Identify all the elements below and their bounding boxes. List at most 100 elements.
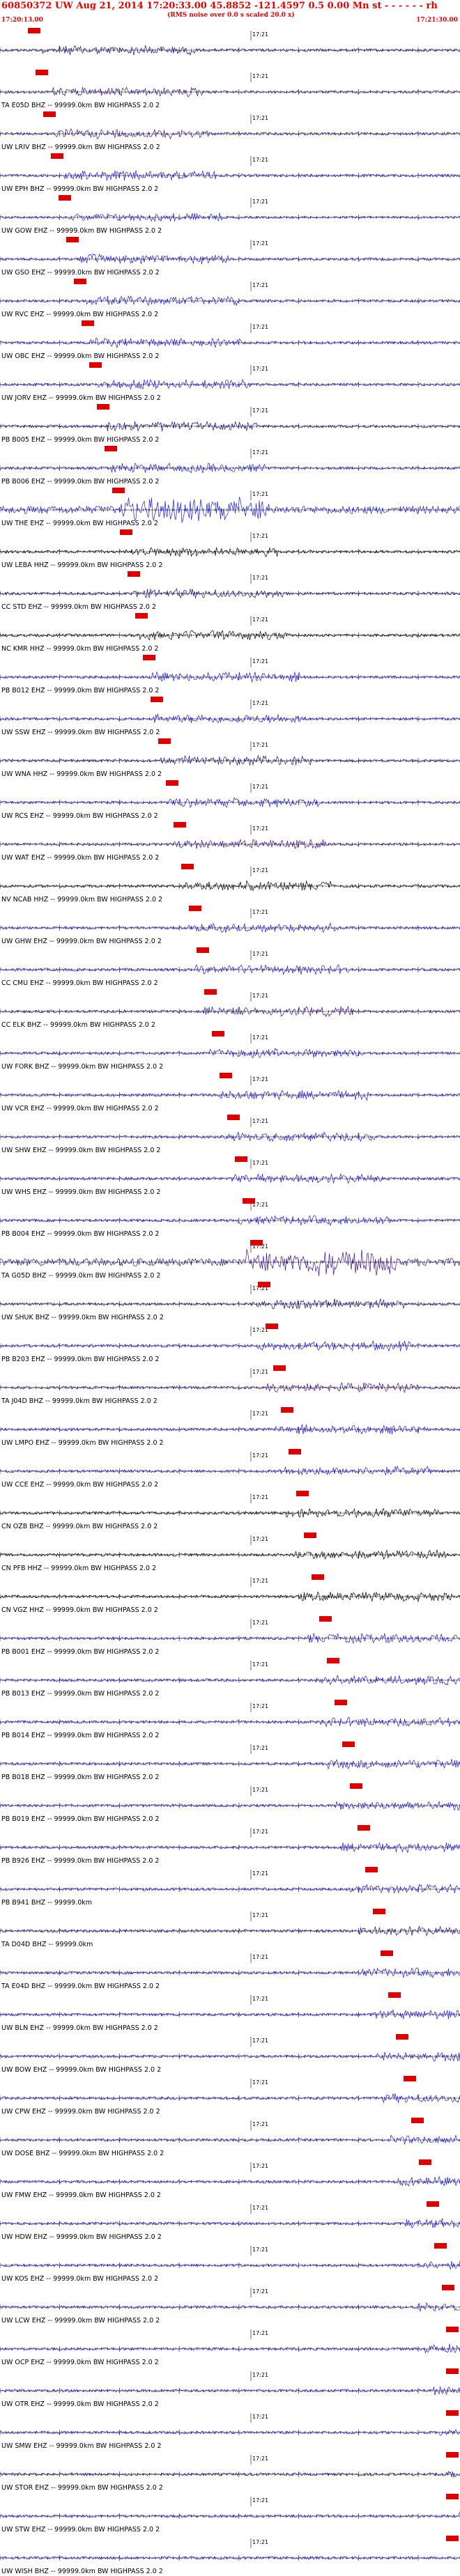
waveform (0, 2175, 460, 2187)
channel-label: UW BOW EHZ -- 99999.0km BW HIGHPASS 2.0 … (1, 2066, 161, 2074)
minute-label: 17:21 (252, 1661, 268, 1668)
minute-label: 17:21 (252, 240, 268, 247)
channel-row: 17:21 PB B019 EHZ -- 99999.0km BW HIGHPAS… (0, 1783, 460, 1823)
channel-label: UW RVC EHZ -- 99999.0km BW HIGHPASS 2.0 … (1, 311, 158, 318)
channel-row: 17:21 PB B001 EHZ -- 99999.0km BW HIGHPAS… (0, 1616, 460, 1656)
channel-label: PB B203 EHZ -- 99999.0km BW HIGHPASS 2.0… (1, 1356, 159, 1363)
minute-label: 17:21 (252, 449, 268, 456)
waveform (0, 1465, 460, 1476)
channel-row: 17:21 (0, 28, 460, 56)
minute-label: 17:21 (252, 1494, 268, 1500)
pick-marker (281, 1407, 293, 1413)
channel-row: 17:21 PB B012 EHZ -- 99999.0km BW HIGHPAS… (0, 655, 460, 695)
channel-label: CC ELK BHZ -- 99999.0km BW HIGHPASS 2.0 … (1, 1021, 155, 1029)
pick-marker (250, 1240, 263, 1246)
channel-row: 17:21UW SHUK BHZ -- 99999.0km BW HIGHPAS… (0, 1282, 460, 1321)
waveform (0, 880, 460, 892)
channel-row: 17:21 UW WAT EHZ -- 99999.0km BW HIGHPASS… (0, 822, 460, 862)
channel-row: 17:21TA G05D BHZ -- 99999.0km BW HIGHPAS… (0, 1240, 460, 1280)
channel-label: CN VGZ HHZ -- 99999.0km BW HIGHPASS 2.0 … (1, 1606, 158, 1614)
channel-label: PB B012 EHZ -- 99999.0km BW HIGHPASS 2.0… (1, 687, 159, 695)
channel-label: CC STD EHZ -- 99999.0km BW HIGHPASS 2.0 … (1, 603, 156, 611)
channel-label: UW OTR EHZ -- 99999.0km BW HIGHPASS 2.0 … (1, 2400, 159, 2408)
channel-row: 17:21 UW EPH BHZ -- 99999.0km BW HIGHPASS… (0, 153, 460, 193)
channel-row: 17:21 UW VCR EHZ -- 99999.0km BW HIGHPASS… (0, 1073, 460, 1112)
minute-label: 17:21 (252, 784, 268, 790)
channel-row: 17:21 UW BLN EHZ -- 99999.0km BW HIGHPASS… (0, 1992, 460, 2032)
pick-marker (189, 906, 201, 911)
waveform (0, 2260, 460, 2270)
minute-label: 17:21 (252, 366, 268, 372)
pick-marker (36, 70, 48, 75)
channel-label: PB B001 EHZ -- 99999.0km BW HIGHPASS 2.0… (1, 1648, 159, 1656)
pick-marker (97, 404, 109, 410)
channel-row: 17:21 UW OBC EHZ -- 99999.0km BW HIGHPASS… (0, 320, 460, 360)
channel-row: 17:21 UW RVC EHZ -- 99999.0km BW HIGHPASS… (0, 279, 460, 318)
pick-marker (143, 655, 155, 660)
pick-marker (296, 1491, 309, 1496)
pick-marker (28, 28, 40, 33)
minute-label: 17:21 (252, 73, 268, 79)
minute-label: 17:21 (252, 282, 268, 288)
channel-row: 17:21 PB B013 EHZ -- 99999.0km BW HIGHPAS… (0, 1658, 460, 1698)
pick-marker (273, 1365, 286, 1371)
pick-marker (312, 1574, 324, 1580)
channel-row: 17:21 UW WHS EHZ -- 99999.0km BW HIGHPASS… (0, 1156, 460, 1196)
pick-marker (166, 780, 178, 786)
minute-label: 17:21 (252, 1703, 268, 1709)
minute-label: 17:21 (252, 658, 268, 665)
scaling-note: (RMS noise over 0.0 s scaled 20.0 x) (167, 12, 295, 19)
channel-label: CN OZB BHZ -- 99999.0km BW HIGHPASS 2.0 … (1, 1523, 158, 1530)
pick-marker (335, 1700, 347, 1705)
channel-label: UW LEBA HHZ -- 99999.0km BW HIGHPASS 2.0… (1, 561, 162, 569)
channel-row: 17:21UW STOR EHZ -- 99999.0km BW HIGHPAS… (0, 2452, 460, 2492)
channel-label: UW THE EHZ -- 99999.0km BW HIGHPASS 2.0 … (1, 520, 158, 527)
channel-row: 17:21 UW FORK BHZ -- 99999.0km BW HIGHPAS… (0, 1031, 460, 1071)
pick-marker (135, 613, 148, 619)
minute-label: 17:21 (252, 909, 268, 915)
minute-label: 17:21 (252, 2163, 268, 2169)
channel-label: PB B019 EHZ -- 99999.0km BW HIGHPASS 2.0… (1, 1815, 159, 1823)
pick-marker (434, 2243, 447, 2249)
minute-label: 17:21 (252, 867, 268, 874)
channel-row: 17:21 UW CCE EHZ -- 99999.0km BW HIGHPASS… (0, 1449, 460, 1489)
minute-label: 17:21 (252, 1578, 268, 1584)
channel-label: PB B014 EHZ -- 99999.0km BW HIGHPASS 2.0… (1, 1732, 159, 1739)
minute-label: 17:21 (252, 2038, 268, 2044)
minute-label: 17:21 (252, 616, 268, 623)
pick-marker (304, 1533, 316, 1538)
channel-label: UW WHS EHZ -- 99999.0km BW HIGHPASS 2.0 … (1, 1188, 160, 1196)
waveform (0, 1800, 460, 1811)
channel-row: 17:21 CN PFB HHZ -- 99999.0km BW HIGHPASS… (0, 1533, 460, 1572)
channel-label: UW FMW EHZ -- 99999.0km BW HIGHPASS 2.0 … (1, 2191, 161, 2199)
waveform (0, 1340, 460, 1352)
pick-marker (181, 864, 194, 869)
minute-label: 17:21 (252, 2288, 268, 2295)
channel-label: NV NCAB HHZ -- 99999.0km BW HIGHPASS 2.0… (1, 896, 162, 903)
channel-row: 17:21PB B203 EHZ -- 99999.0km BW HIGHPAS… (0, 1324, 460, 1363)
channel-row: 17:21 UW FMW EHZ -- 99999.0km BW HIGHPASS… (0, 2159, 460, 2199)
minute-label: 17:21 (252, 1954, 268, 1960)
pick-marker (220, 1073, 232, 1078)
pick-marker (446, 2410, 459, 2416)
pick-marker (381, 1950, 393, 1956)
waveform (0, 1883, 460, 1894)
channel-label: UW WAT EHZ -- 99999.0km BW HIGHPASS 2.0 … (1, 854, 159, 862)
channel-row: 17:21 NC KMR HHZ -- 99999.0km BW HIGHPASS… (0, 613, 460, 653)
channel-row: 17:21 PB B941 BHZ -- 99999.0km (0, 1867, 460, 1907)
pick-marker (128, 571, 140, 577)
channel-label: UW OBC EHZ -- 99999.0km BW HIGHPASS 2.0 … (1, 352, 159, 360)
channel-row: 17:21 UW SMW EHZ -- 99999.0km BW HIGHPASS… (0, 2410, 460, 2450)
pick-marker (51, 153, 63, 159)
pick-marker (373, 1909, 385, 1914)
channel-row: 17:21 UW RCS EHZ -- 99999.0km BW HIGHPASS… (0, 780, 460, 820)
pick-marker (365, 1867, 378, 1872)
minute-label: 17:21 (252, 1118, 268, 1124)
channel-row: 17:21 UW GHW EHZ -- 99999.0km BW HIGHPASS… (0, 906, 460, 945)
pick-marker (151, 697, 163, 702)
channel-label: PB B005 EHZ -- 99999.0km BW HIGHPASS 2.0… (1, 436, 159, 444)
pick-marker (358, 1825, 370, 1831)
channel-label: UW JORV EHZ -- 99999.0km BW HIGHPASS 2.0… (1, 394, 161, 402)
channel-label: TA E04D BHZ -- 99999.0km BW HIGHPASS 2.0… (1, 1983, 160, 1990)
channel-label: UW GHW EHZ -- 99999.0km BW HIGHPASS 2.0 … (1, 938, 162, 945)
